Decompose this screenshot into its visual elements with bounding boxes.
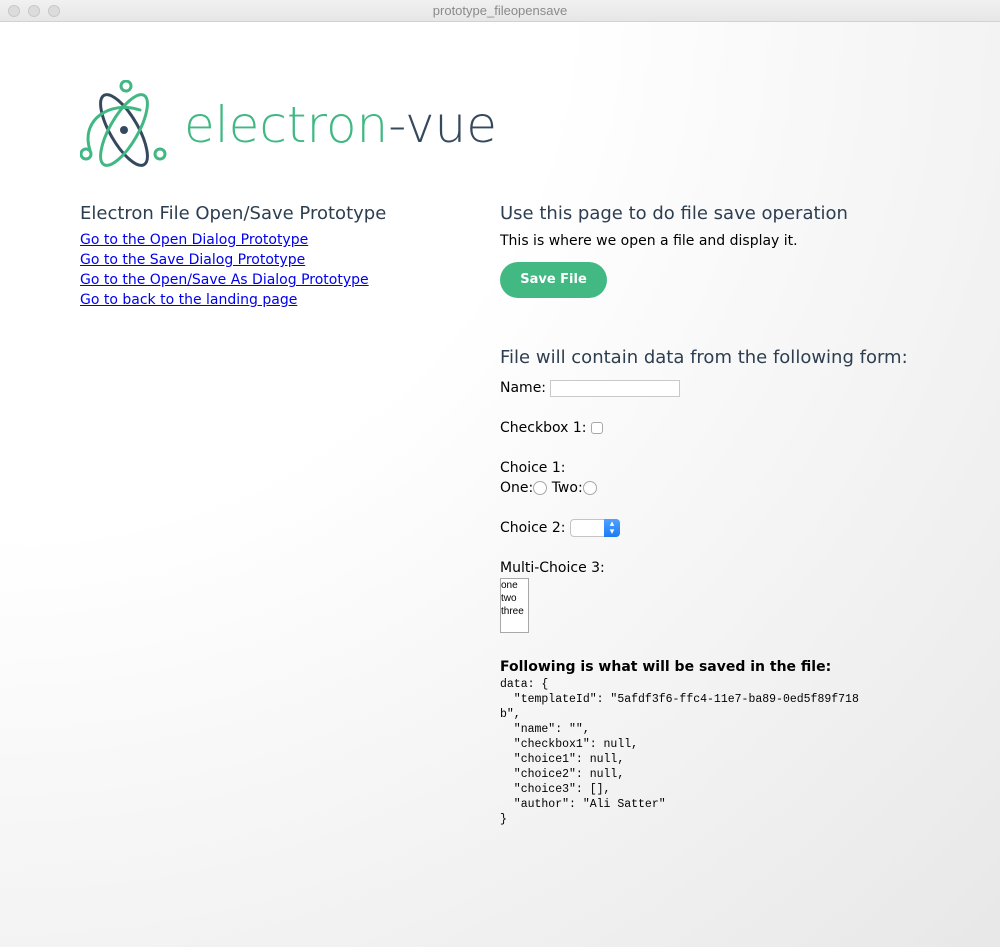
list-option-one[interactable]: one xyxy=(501,579,528,592)
app-window: prototype_fileopensave electron-vue Elec… xyxy=(0,0,1000,947)
multi-choice-label: Multi-Choice 3: xyxy=(500,560,605,576)
checkbox1[interactable] xyxy=(590,422,603,434)
link-open-save-as-dialog[interactable]: Go to the Open/Save As Dialog Prototype xyxy=(80,270,460,290)
multi-choice-listbox[interactable]: one two three xyxy=(500,578,529,633)
radio-one[interactable] xyxy=(533,481,548,495)
nav-links: Go to the Open Dialog Prototype Go to th… xyxy=(80,230,460,310)
choice2-row: Choice 2: ▴ ▾ xyxy=(500,518,970,538)
title-bar[interactable]: prototype_fileopensave xyxy=(0,0,1000,22)
checkbox-row: Checkbox 1: xyxy=(500,418,970,438)
choice1-label: Choice 1: xyxy=(500,460,566,476)
list-option-two[interactable]: two xyxy=(501,592,528,605)
list-option-three[interactable]: three xyxy=(501,605,528,618)
choice2-select[interactable]: ▴ ▾ xyxy=(569,519,620,537)
name-row: Name: xyxy=(500,378,970,398)
radio-one-label: One: xyxy=(500,480,534,496)
radio-two-label: Two: xyxy=(551,480,583,496)
saved-data-preview: data: { "templateId": "5afdf3f6-ffc4-11e… xyxy=(500,678,859,826)
choice1-row: Choice 1: One: Two: xyxy=(500,458,970,498)
name-label: Name: xyxy=(500,380,547,396)
link-save-dialog[interactable]: Go to the Save Dialog Prototype xyxy=(80,250,460,270)
link-landing-page[interactable]: Go to back to the landing page xyxy=(80,290,460,310)
navigation-column: Electron File Open/Save Prototype Go to … xyxy=(80,202,460,310)
form-heading: File will contain data from the followin… xyxy=(500,347,908,368)
page-title: Electron File Open/Save Prototype xyxy=(80,203,387,224)
choice2-label: Choice 2: xyxy=(500,520,566,536)
logo-wordmark: electron-vue xyxy=(184,96,497,154)
section-heading: Use this page to do file save operation xyxy=(500,203,848,224)
window-title: prototype_fileopensave xyxy=(432,3,568,18)
saved-preview-heading: Following is what will be saved in the f… xyxy=(500,659,832,675)
multi-choice-row: Multi-Choice 3: one two three xyxy=(500,558,970,633)
electron-atom-icon xyxy=(80,80,167,167)
link-open-dialog[interactable]: Go to the Open Dialog Prototype xyxy=(80,230,460,250)
radio-two[interactable] xyxy=(582,481,597,495)
section-description: This is where we open a file and display… xyxy=(500,233,798,249)
name-input[interactable] xyxy=(550,379,681,397)
electron-vue-logo: electron-vue xyxy=(80,80,500,180)
select-arrows-icon: ▴ ▾ xyxy=(603,519,620,537)
save-file-button[interactable]: Save File xyxy=(500,262,607,298)
checkbox-label: Checkbox 1: xyxy=(500,420,587,436)
save-operation-column: Use this page to do file save operation … xyxy=(500,202,970,827)
